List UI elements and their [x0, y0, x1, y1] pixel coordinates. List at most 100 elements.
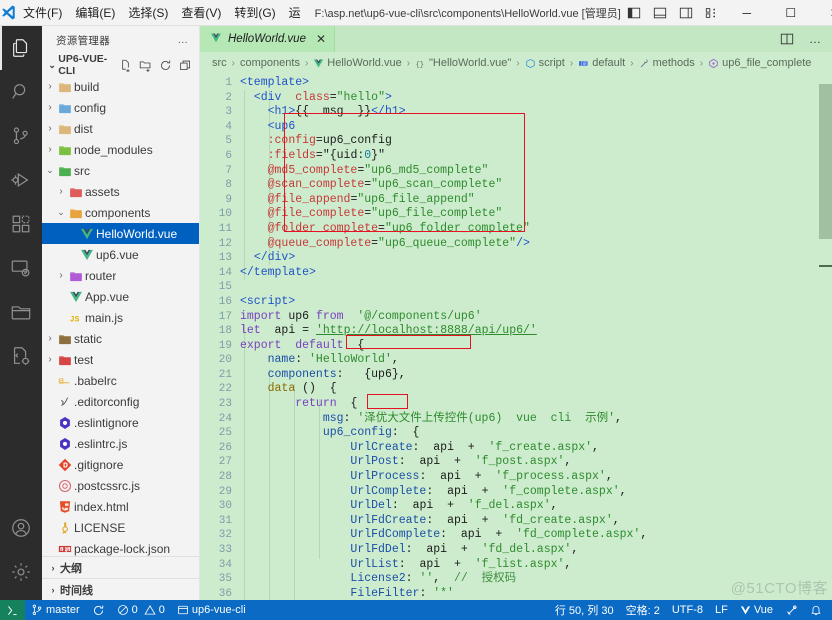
tree-folder-static[interactable]: ›static	[42, 328, 199, 349]
code-line[interactable]: import up6 from '@/components/up6'	[240, 310, 832, 325]
status-encoding[interactable]: UTF-8	[666, 600, 709, 620]
status-indentation[interactable]: 空格: 2	[620, 600, 666, 620]
tree-folder-components[interactable]: ⌄components	[42, 202, 199, 223]
code-line[interactable]: name: 'HelloWorld',	[240, 353, 832, 368]
code-line[interactable]: msg: '泽优大文件上传控件(up6) vue cli 示例',	[240, 412, 832, 427]
outline-panel-header[interactable]: › 大纲	[42, 556, 199, 578]
chevron-right-icon[interactable]: ›	[44, 81, 56, 92]
tab-close-icon[interactable]: ✕	[316, 32, 326, 46]
chevron-right-icon[interactable]: ›	[44, 354, 56, 365]
status-remote-indicator[interactable]	[0, 600, 25, 620]
code-line[interactable]: let api = 'http://localhost:8888/api/up6…	[240, 324, 832, 339]
tree-file--editorconfig[interactable]: .editorconfig	[42, 391, 199, 412]
tree-folder-build[interactable]: ›build	[42, 76, 199, 97]
menu-bar[interactable]: 文件(F) 编辑(E) 选择(S) 查看(V) 转到(G) 运	[17, 1, 307, 24]
activity-code-settings[interactable]	[0, 334, 42, 378]
tree-folder-assets[interactable]: ›assets	[42, 181, 199, 202]
code-line[interactable]: @file_complete="up6_file_complete"	[240, 207, 832, 222]
code-line[interactable]: UrlPost: api + 'f_post.aspx',	[240, 455, 832, 470]
code-line[interactable]: UrlCreate: api + 'f_create.aspx',	[240, 441, 832, 456]
code-line[interactable]: </template>	[240, 266, 832, 281]
editor-vertical-scrollbar[interactable]	[819, 74, 832, 600]
code-line[interactable]: UrlList: api + 'f_list.aspx',	[240, 558, 832, 573]
timeline-panel-header[interactable]: › 时间线	[42, 578, 199, 600]
activity-run-debug[interactable]	[0, 158, 42, 202]
chevron-right-icon[interactable]: ›	[55, 186, 67, 197]
code-line[interactable]: data () {	[240, 382, 832, 397]
code-line[interactable]: @folder_complete="up6_folder_complete"	[240, 222, 832, 237]
scrollbar-thumb[interactable]	[819, 84, 832, 239]
chevron-right-icon[interactable]: ›	[44, 123, 56, 134]
activity-remote-explorer[interactable]	[0, 246, 42, 290]
breadcrumb-item-script[interactable]: script	[523, 56, 567, 70]
status-notifications[interactable]	[804, 600, 828, 620]
minimize-button[interactable]: ─	[725, 0, 769, 26]
chevron-right-icon[interactable]: ›	[44, 102, 56, 113]
code-line[interactable]: UrlProcess: api + 'f_process.aspx',	[240, 470, 832, 485]
code-editor[interactable]: 1234567891011121314151617181920212223242…	[200, 74, 832, 600]
code-line[interactable]: <script>	[240, 295, 832, 310]
status-workspace[interactable]: up6-vue-cli	[171, 600, 252, 620]
tree-folder-dist[interactable]: ›dist	[42, 118, 199, 139]
tree-file--gitignore[interactable]: .gitignore	[42, 454, 199, 475]
code-line[interactable]: UrlFdDel: api + 'fd_del.aspx',	[240, 543, 832, 558]
tree-folder-node-modules[interactable]: ›node_modules	[42, 139, 199, 160]
breadcrumb-item-up6_file_complete[interactable]: up6_file_complete	[706, 56, 813, 70]
tree-file-license[interactable]: LICENSE	[42, 517, 199, 538]
status-sync[interactable]	[86, 600, 111, 620]
toggle-secondary-sidebar-icon[interactable]	[673, 0, 699, 26]
chevron-down-icon[interactable]: ⌄	[44, 165, 56, 176]
breadcrumb-item-methods[interactable]: methods	[637, 56, 697, 70]
project-root-row[interactable]: ⌄ UP6-VUE-CLI	[42, 54, 199, 76]
breadcrumb-item-src[interactable]: src	[210, 56, 229, 70]
maximize-button[interactable]: ☐	[769, 0, 813, 26]
tree-file--babelrc[interactable]: ᗺ.babelrc	[42, 370, 199, 391]
new-file-icon[interactable]	[116, 55, 135, 75]
breadcrumb-item-default[interactable]: [@]default	[576, 56, 627, 70]
editor-more-actions-icon[interactable]: …	[804, 26, 826, 52]
tree-file-app-vue[interactable]: App.vue	[42, 286, 199, 307]
breadcrumb[interactable]: src›components›HelloWorld.vue›{}"HelloWo…	[200, 52, 832, 74]
tree-file-main-js[interactable]: JSmain.js	[42, 307, 199, 328]
menu-selection[interactable]: 选择(S)	[122, 1, 174, 24]
code-line[interactable]: @md5_complete="up6_md5_complete"	[240, 164, 832, 179]
customize-layout-icon[interactable]	[699, 0, 725, 26]
activity-manage-settings[interactable]	[0, 550, 42, 594]
chevron-right-icon[interactable]: ›	[55, 270, 67, 281]
tree-folder-config[interactable]: ›config	[42, 97, 199, 118]
code-line[interactable]: :config=up6_config	[240, 134, 832, 149]
code-line[interactable]: FileFilter: '*'	[240, 587, 832, 600]
file-tree[interactable]: ›build›config›dist›node_modules⌄src›asse…	[42, 76, 199, 556]
code-line[interactable]: <div class="hello">	[240, 91, 832, 106]
activity-accounts[interactable]	[0, 506, 42, 550]
menu-edit[interactable]: 编辑(E)	[69, 1, 121, 24]
menu-run[interactable]: 运	[283, 1, 307, 24]
tree-folder-router[interactable]: ›router	[42, 265, 199, 286]
tree-file--postcssrc-js[interactable]: .postcssrc.js	[42, 475, 199, 496]
code-line[interactable]: <up6	[240, 120, 832, 135]
code-content[interactable]: <template> <div class="hello"> <h1>{{ ms…	[240, 74, 832, 600]
code-line[interactable]: UrlComplete: api + 'f_complete.aspx',	[240, 485, 832, 500]
explorer-more-actions-icon[interactable]: …	[172, 34, 196, 46]
status-problems[interactable]: 0 0	[111, 600, 171, 620]
status-eol[interactable]: LF	[709, 600, 734, 620]
tree-file-up6-vue[interactable]: up6.vue	[42, 244, 199, 265]
activity-folder-view[interactable]	[0, 290, 42, 334]
code-line[interactable]: License2: '', // 授权码	[240, 572, 832, 587]
new-folder-icon[interactable]	[136, 55, 155, 75]
tree-file-package-lock-json[interactable]: package-lock.json	[42, 538, 199, 556]
activity-search[interactable]	[0, 70, 42, 114]
tree-file-index-html[interactable]: index.html	[42, 496, 199, 517]
code-line[interactable]: @queue_complete="up6_queue_complete"/>	[240, 237, 832, 252]
menu-file[interactable]: 文件(F)	[17, 1, 68, 24]
code-line[interactable]: <template>	[240, 76, 832, 91]
activity-source-control[interactable]	[0, 114, 42, 158]
breadcrumb-item-components[interactable]: components	[238, 56, 302, 70]
tree-file--eslintignore[interactable]: .eslintignore	[42, 412, 199, 433]
code-line[interactable]: export default {	[240, 339, 832, 354]
tree-file--eslintrc-js[interactable]: .eslintrc.js	[42, 433, 199, 454]
toggle-primary-sidebar-icon[interactable]	[621, 0, 647, 26]
tree-folder-test[interactable]: ›test	[42, 349, 199, 370]
code-line[interactable]: up6_config: {	[240, 426, 832, 441]
activity-extensions[interactable]	[0, 202, 42, 246]
